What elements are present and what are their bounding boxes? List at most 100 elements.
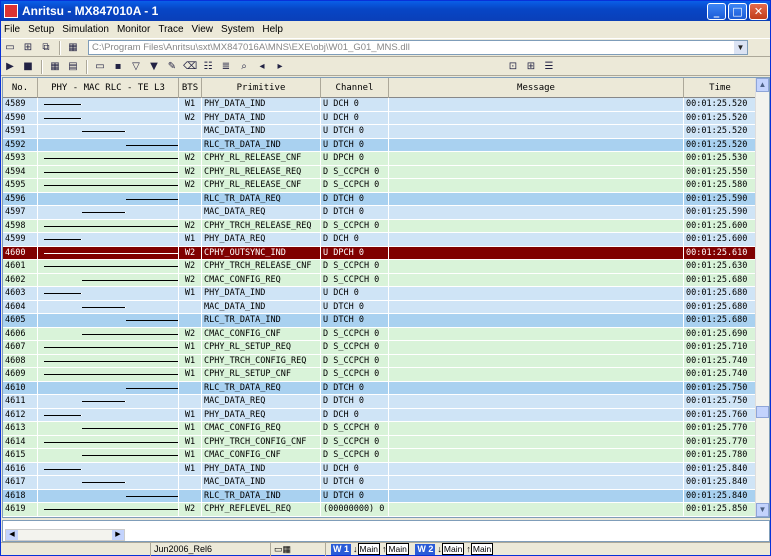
table-row[interactable]: 4616 W1 PHY_DATA_IND U DCH 0 00:01:25.840 [3,462,757,476]
header-lanes[interactable]: PHY - MAC RLC - TE L3 [38,78,179,98]
table-row[interactable]: 4612 W1 PHY_DATA_REQ D DCH 0 00:01:25.760 [3,408,757,422]
row-time: 00:01:25.590 [684,206,757,219]
find-next-icon[interactable]: ▸ [273,60,287,73]
table-row[interactable]: 4604 MAC_DATA_IND U DTCH 0 00:01:25.680 [3,300,757,314]
close-button[interactable]: ✕ [749,2,768,20]
layers-icon[interactable]: ≣ [219,60,233,73]
row-time: 00:01:25.750 [684,395,757,408]
list-icon[interactable]: ▤ [66,60,80,73]
maximize-button[interactable]: □ [728,2,747,20]
table-row[interactable]: 4613 W1 CMAC_CONFIG_REQ D S_CCPCH 0 00:01:25… [3,422,757,436]
display-icon[interactable]: ▭ [3,41,17,54]
menu-simulation[interactable]: Simulation [62,24,109,35]
row-primitive: PHY_DATA_REQ [202,408,321,421]
header-channel[interactable]: Channel [321,78,389,98]
table-row[interactable]: 4610 RLC_TR_DATA_REQ D DTCH 0 00:01:25.750 [3,381,757,395]
app-window: Anritsu - MX847010A - 1 _ □ ✕ File Setup… [0,0,771,556]
header-primitive[interactable]: Primitive [202,78,321,98]
horizontal-scrollbar[interactable]: ◀ ▶ [5,529,125,541]
stop-icon[interactable]: ■ [21,60,35,73]
table-row[interactable]: 4619 W2 CPHY_REFLEVEL_REQ (00000000) 0 00:01… [3,503,757,517]
table-row[interactable]: 4614 W1 CPHY_TRCH_CONFIG_CNF D S_CCPCH 0 00:… [3,435,757,449]
table-row[interactable]: 4599 W1 PHY_DATA_REQ D DCH 0 00:01:25.600 [3,233,757,247]
minimize-button[interactable]: _ [707,2,726,20]
row-time: 00:01:25.520 [684,98,757,111]
table-row[interactable]: 4595 W2 CPHY_RL_RELEASE_CNF D S_CCPCH 0 00:0… [3,179,757,193]
menu-file[interactable]: File [4,24,20,35]
network-icon[interactable]: ⊞ [21,41,35,54]
table-row[interactable]: 4589 W1 PHY_DATA_IND U DCH 0 00:01:25.520 [3,98,757,112]
chevron-down-icon[interactable]: ▼ [734,41,747,54]
header-no[interactable]: No. [3,78,38,98]
menu-help[interactable]: Help [262,24,283,35]
sequence-arrow-cell [38,314,179,327]
header-time[interactable]: Time [684,78,757,98]
open-folder-icon[interactable]: ▭ [93,60,107,73]
table-row[interactable]: 4617 MAC_DATA_IND U DTCH 0 00:01:25.840 [3,476,757,490]
menu-system[interactable]: System [221,24,254,35]
row-bts: W1 [179,435,202,448]
scroll-down-icon[interactable]: ▼ [756,503,769,517]
columns-icon[interactable]: ☷ [201,60,215,73]
funnel-icon[interactable]: ▼ [147,60,161,73]
scroll-thumb[interactable] [756,406,769,418]
row-bts: W2 [179,219,202,232]
table-row[interactable]: 4607 W1 CPHY_RL_SETUP_REQ D S_CCPCH 0 00:01:… [3,341,757,355]
row-time: 00:01:25.780 [684,449,757,462]
eraser-icon[interactable]: ⌫ [183,60,197,73]
scroll-up-icon[interactable]: ▲ [756,78,769,92]
scroll-right-icon[interactable]: ▶ [112,530,124,540]
scroll-left-icon[interactable]: ◀ [6,530,18,540]
fit-icon[interactable]: ⊡ [506,60,520,73]
row-number: 4611 [3,395,38,408]
table-row[interactable]: 4591 MAC_DATA_IND U DTCH 0 00:01:25.520 [3,125,757,139]
edit-icon[interactable]: ✎ [165,60,179,73]
row-primitive: MAC_DATA_IND [202,300,321,313]
header-bts[interactable]: BTS [179,78,202,98]
table-row[interactable]: 4618 RLC_TR_DATA_IND U DTCH 0 00:01:25.840 [3,489,757,503]
row-primitive: MAC_DATA_REQ [202,395,321,408]
row-primitive: CPHY_TRCH_RELEASE_REQ [202,219,321,232]
title-bar[interactable]: Anritsu - MX847010A - 1 _ □ ✕ [1,1,770,21]
table-row[interactable]: 4596 RLC_TR_DATA_REQ D DTCH 0 00:01:25.590 [3,192,757,206]
vertical-scrollbar[interactable]: ▲ ▼ [755,78,769,517]
table-row[interactable]: 4609 W1 CPHY_RL_SETUP_CNF D S_CCPCH 0 00:01:… [3,368,757,382]
grid-icon[interactable]: ▦ [48,60,62,73]
table-row[interactable]: 4594 W2 CPHY_RL_RELEASE_REQ D S_CCPCH 0 00:0… [3,165,757,179]
load-dll-icon[interactable]: ▦ [66,41,80,54]
table-row[interactable]: 4608 W1 CPHY_TRCH_CONFIG_REQ D S_CCPCH 0 00:… [3,354,757,368]
table-row[interactable]: 4600 W2 CPHY_OUTSYNC_IND U DPCH 0 00:01:25.6… [3,246,757,260]
find-prev-icon[interactable]: ◂ [255,60,269,73]
arrow-left-icon [44,414,82,416]
row-channel: D S_CCPCH 0 [321,449,389,462]
connect-icon[interactable]: ⧉ [39,41,53,54]
dll-path-combo[interactable]: C:\Program Files\Anritsu\sxt\MX847016A\M… [88,40,748,55]
table-row[interactable]: 4601 W2 CPHY_TRCH_RELEASE_CNF D S_CCPCH 0 00… [3,260,757,274]
menu-monitor[interactable]: Monitor [117,24,150,35]
find-icon[interactable]: ⌕ [237,60,251,73]
play-icon[interactable]: ▶ [3,60,17,73]
sequence-arrow-cell [38,449,179,462]
table-row[interactable]: 4603 W1 PHY_DATA_IND U DCH 0 00:01:25.680 [3,287,757,301]
row-number: 4598 [3,219,38,232]
table-row[interactable]: 4611 MAC_DATA_REQ D DTCH 0 00:01:25.750 [3,395,757,409]
table-row[interactable]: 4602 W2 CMAC_CONFIG_REQ D S_CCPCH 0 00:01:25… [3,273,757,287]
table-row[interactable]: 4605 RLC_TR_DATA_IND U DTCH 0 00:01:25.680 [3,314,757,328]
table-row[interactable]: 4598 W2 CPHY_TRCH_RELEASE_REQ D S_CCPCH 0 00… [3,219,757,233]
table-row[interactable]: 4593 W2 CPHY_RL_RELEASE_CNF U DPCH 0 00:01:2… [3,152,757,166]
properties-icon[interactable]: ☰ [542,60,556,73]
table-icon[interactable]: ⊞ [524,60,538,73]
menu-trace[interactable]: Trace [158,24,183,35]
save-icon[interactable]: ▪ [111,60,125,73]
table-row[interactable]: 4606 W2 CMAC_CONFIG_CNF D S_CCPCH 0 00:01:25… [3,327,757,341]
table-row[interactable]: 4615 W1 CMAC_CONFIG_CNF D S_CCPCH 0 00:01:25… [3,449,757,463]
table-row[interactable]: 4592 RLC_TR_DATA_IND U DTCH 0 00:01:25.520 [3,138,757,152]
header-message[interactable]: Message [389,78,684,98]
table-row[interactable]: 4597 MAC_DATA_REQ D DTCH 0 00:01:25.590 [3,206,757,220]
menu-view[interactable]: View [192,24,214,35]
table-row[interactable]: 4590 W2 PHY_DATA_IND U DCH 0 00:01:25.520 [3,111,757,125]
bts-status: W 1 ↓ Main ↑ Main W 2 ↓ Main ↑ Main [331,543,494,555]
filter-icon[interactable]: ▽ [129,60,143,73]
sequence-arrow-cell [38,476,179,489]
menu-setup[interactable]: Setup [28,24,54,35]
